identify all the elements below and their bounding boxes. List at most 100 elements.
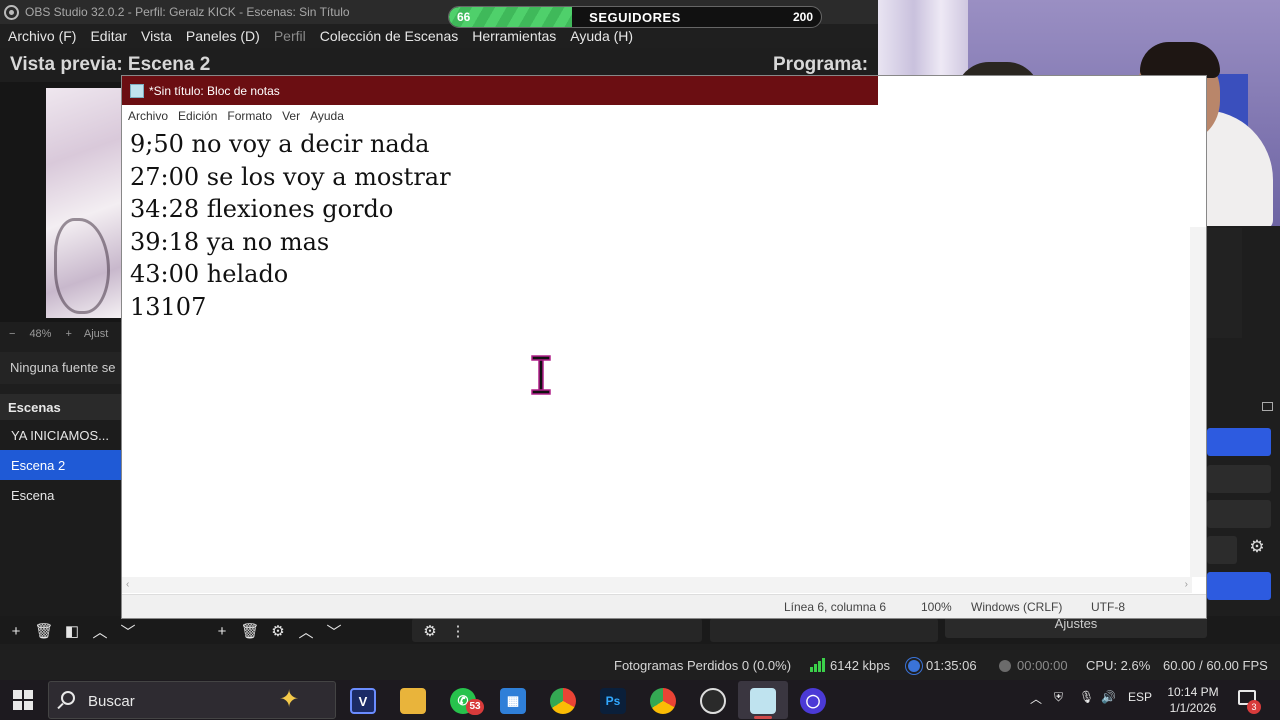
scene-item-active[interactable]: Escena 2 <box>0 450 122 480</box>
zoom-level: 100% <box>921 600 952 614</box>
screen: OBS Studio 32.0.2 - Perfil: Geralz KICK … <box>0 0 1280 720</box>
add-scene-icon[interactable]: + <box>2 620 30 642</box>
text-line: 39:18 ya no mas <box>130 227 330 256</box>
notepad-titlebar[interactable]: *Sin título: Bloc de notas <box>122 76 878 105</box>
volume-icon[interactable]: 🔊 <box>1101 690 1116 704</box>
move-source-up-icon[interactable]: ︿ <box>292 620 320 642</box>
fps-status: 60.00 / 60.00 FPS <box>1163 658 1268 673</box>
clock-time: 10:14 PM <box>1167 685 1219 699</box>
move-source-down-icon[interactable]: ﹀ <box>320 620 348 642</box>
text-line: 34:28 flexiones gordo <box>130 195 394 224</box>
text-line: 13107 <box>130 292 207 321</box>
cpu-usage: CPU: 2.6% <box>1086 658 1151 673</box>
studio-mode-button[interactable] <box>1207 536 1237 564</box>
zoom-level: 48% <box>29 328 52 340</box>
scene-item[interactable]: YA INICIAMOS... <box>0 420 122 450</box>
horizontal-scrollbar[interactable]: ‹ › <box>122 577 1192 593</box>
np-menu-ver[interactable]: Ver <box>282 109 300 123</box>
windows-start-icon[interactable] <box>13 690 33 710</box>
scene-filters-icon[interactable]: ◧ <box>58 620 86 642</box>
more-options-icon[interactable]: ⋮ <box>444 620 472 642</box>
bitrate-status: 6142 kbps <box>810 658 890 675</box>
np-menu-ayuda[interactable]: Ayuda <box>310 109 344 123</box>
np-menu-formato[interactable]: Formato <box>227 109 272 123</box>
source-properties-icon[interactable]: ⚙ <box>264 620 292 642</box>
live-broadcast-icon <box>908 660 920 672</box>
sources-toolbar: + 🗑 ⚙ ︿ ﹀ <box>208 620 348 642</box>
zoom-fit-button[interactable]: Ajust <box>84 328 108 340</box>
person-right-hair <box>1140 42 1220 78</box>
text-line: 9;50 no voy a decir nada <box>130 130 430 158</box>
menu-coleccion-escenas[interactable]: Colección de Escenas <box>320 28 459 44</box>
menu-perfil[interactable]: Perfil <box>274 28 306 44</box>
file-explorer-icon[interactable] <box>400 688 426 714</box>
followers-goal-bar: 66 SEGUIDORES 200 <box>448 6 822 28</box>
taskbar-search[interactable]: Buscar ✦ <box>48 681 336 719</box>
cursor-position: Línea 6, columna 6 <box>784 600 887 614</box>
menu-herramientas[interactable]: Herramientas <box>472 28 556 44</box>
notepad-window: *Sin título: Bloc de notas Archivo Edici… <box>122 76 1206 618</box>
gear-icon[interactable]: ⚙ <box>1242 537 1272 563</box>
preview-title: Vista previa: Escena 2 <box>10 54 211 75</box>
record-icon <box>999 660 1011 672</box>
store-icon[interactable]: ▦ <box>500 688 526 714</box>
zoom-out-button[interactable]: − <box>9 328 15 340</box>
remove-source-icon[interactable]: 🗑 <box>236 620 264 642</box>
start-recording-button[interactable] <box>1207 465 1271 493</box>
show-hidden-icons[interactable]: ︿ <box>1030 690 1042 707</box>
remove-scene-icon[interactable]: 🗑 <box>30 620 58 642</box>
photoshop-icon[interactable]: Ps <box>600 688 626 714</box>
np-menu-archivo[interactable]: Archivo <box>128 109 168 123</box>
notepad-text-area[interactable]: 9;50 no voy a decir nada 27:00 se los vo… <box>130 128 1186 580</box>
menu-ayuda[interactable]: Ayuda (H) <box>570 28 633 44</box>
move-scene-down-icon[interactable]: ﹀ <box>114 620 142 642</box>
active-app-indicator <box>754 716 772 719</box>
vertical-scrollbar[interactable] <box>1190 227 1206 577</box>
bitrate-value: 6142 kbps <box>830 658 890 673</box>
copilot-sparkle-icon: ✦ <box>279 686 300 713</box>
move-scene-up-icon[interactable]: ︿ <box>86 620 114 642</box>
mixer-toolbar: ⚙ ⋮ <box>416 620 472 642</box>
scenes-dock-title: Escenas <box>0 394 122 420</box>
cortana-icon[interactable]: ◯ <box>800 688 826 714</box>
advanced-audio-icon[interactable]: ⚙ <box>416 620 444 642</box>
security-icon[interactable]: ⛨ <box>1054 690 1063 705</box>
notepad-icon[interactable] <box>750 688 776 714</box>
add-source-icon[interactable]: + <box>208 620 236 642</box>
obs-logo-icon <box>4 4 19 20</box>
menu-paneles[interactable]: Paneles (D) <box>186 28 260 44</box>
signal-strength-icon <box>810 658 826 675</box>
zoom-controls: − 48% + Ajust <box>0 324 122 344</box>
studio-mode-toggle[interactable] <box>1207 572 1271 600</box>
no-source-selected: Ninguna fuente se <box>0 352 122 384</box>
vegas-icon[interactable]: V <box>350 688 376 714</box>
program-title: Programa: <box>773 54 869 75</box>
language-indicator[interactable]: ESP <box>1128 690 1152 704</box>
chrome-icon[interactable] <box>550 688 576 714</box>
scroll-left-icon[interactable]: ‹ <box>126 579 129 590</box>
followers-label: SEGUIDORES <box>589 10 681 25</box>
settings-button[interactable]: Ajustes <box>945 616 1207 638</box>
virtual-camera-button[interactable] <box>1207 500 1271 528</box>
mixer-preview <box>1206 228 1242 338</box>
notepad-statusbar: Línea 6, columna 6 100% Windows (CRLF) U… <box>122 594 1206 618</box>
live-status: 01:35:06 <box>908 658 977 673</box>
rec-time: 00:00:00 <box>1017 658 1068 673</box>
menu-vista[interactable]: Vista <box>141 28 172 44</box>
start-streaming-button[interactable] <box>1207 428 1271 456</box>
scenes-toolbar: + 🗑 ◧ ︿ ﹀ <box>2 620 142 642</box>
scroll-right-icon[interactable]: › <box>1185 579 1188 590</box>
scenes-list: YA INICIAMOS... Escena 2 Escena <box>0 420 122 616</box>
obs-icon[interactable] <box>700 688 726 714</box>
zoom-in-button[interactable]: + <box>65 328 71 340</box>
clock-date: 1/1/2026 <box>1169 701 1217 715</box>
menu-editar[interactable]: Editar <box>90 28 127 44</box>
scene-item[interactable]: Escena <box>0 480 122 510</box>
np-menu-edicion[interactable]: Edición <box>178 109 217 123</box>
undock-icon[interactable] <box>1262 402 1273 411</box>
microphone-icon[interactable]: 🎙 <box>1079 690 1094 704</box>
menu-archivo[interactable]: Archivo (F) <box>8 28 76 44</box>
taskbar-clock[interactable]: 10:14 PM 1/1/2026 <box>1160 684 1226 716</box>
preview-image <box>46 88 122 318</box>
chrome-profile-icon[interactable] <box>650 688 676 714</box>
